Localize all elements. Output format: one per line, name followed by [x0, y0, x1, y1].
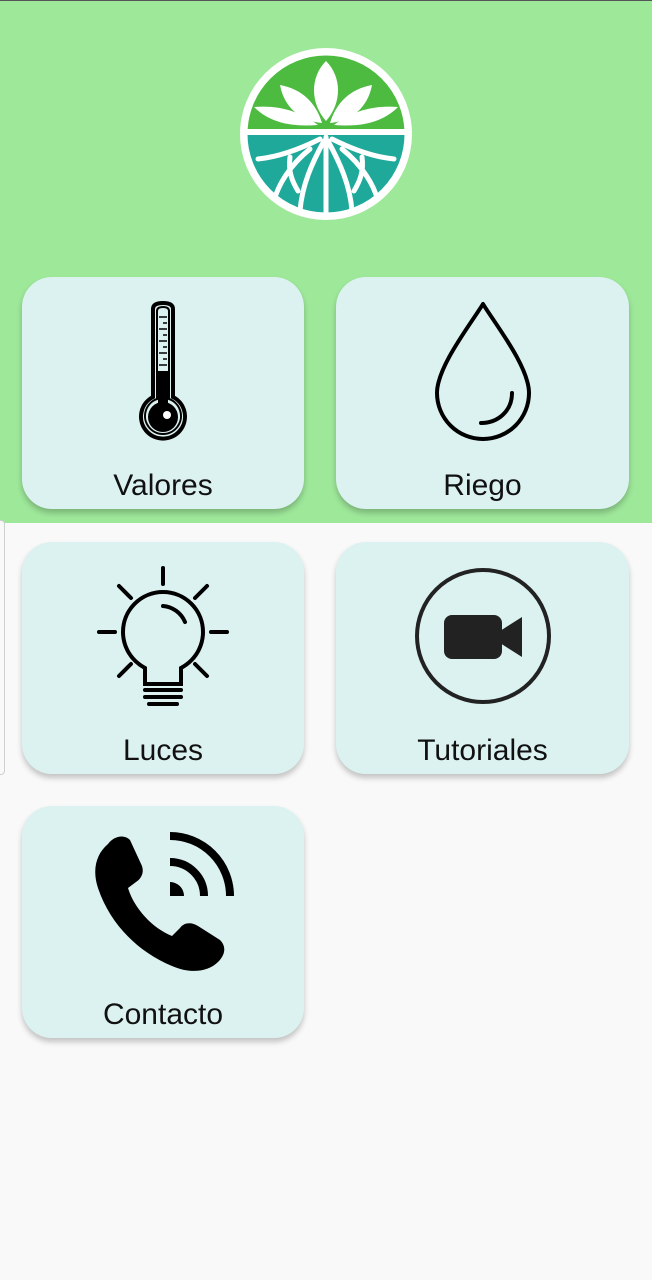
drawer-edge-handle[interactable]: [0, 520, 5, 775]
riego-button[interactable]: Riego: [336, 277, 629, 509]
luces-label: Luces: [122, 734, 204, 767]
thermometer-icon: [139, 301, 187, 441]
phone-call-icon: [95, 832, 234, 971]
water-drop-icon: [435, 302, 531, 441]
lotus-roots-logo-icon: [240, 48, 412, 220]
luces-button[interactable]: Luces: [22, 542, 304, 774]
contacto-label: Contacto: [102, 998, 224, 1031]
tutoriales-label: Tutoriales: [417, 734, 548, 767]
riego-label: Riego: [443, 469, 522, 502]
tutoriales-button[interactable]: Tutoriales: [336, 542, 629, 774]
light-bulb-icon: [97, 566, 229, 706]
contacto-button[interactable]: Contacto: [22, 806, 304, 1038]
valores-button[interactable]: Valores: [22, 277, 304, 509]
video-camera-icon: [415, 568, 551, 704]
valores-label: Valores: [113, 469, 213, 502]
